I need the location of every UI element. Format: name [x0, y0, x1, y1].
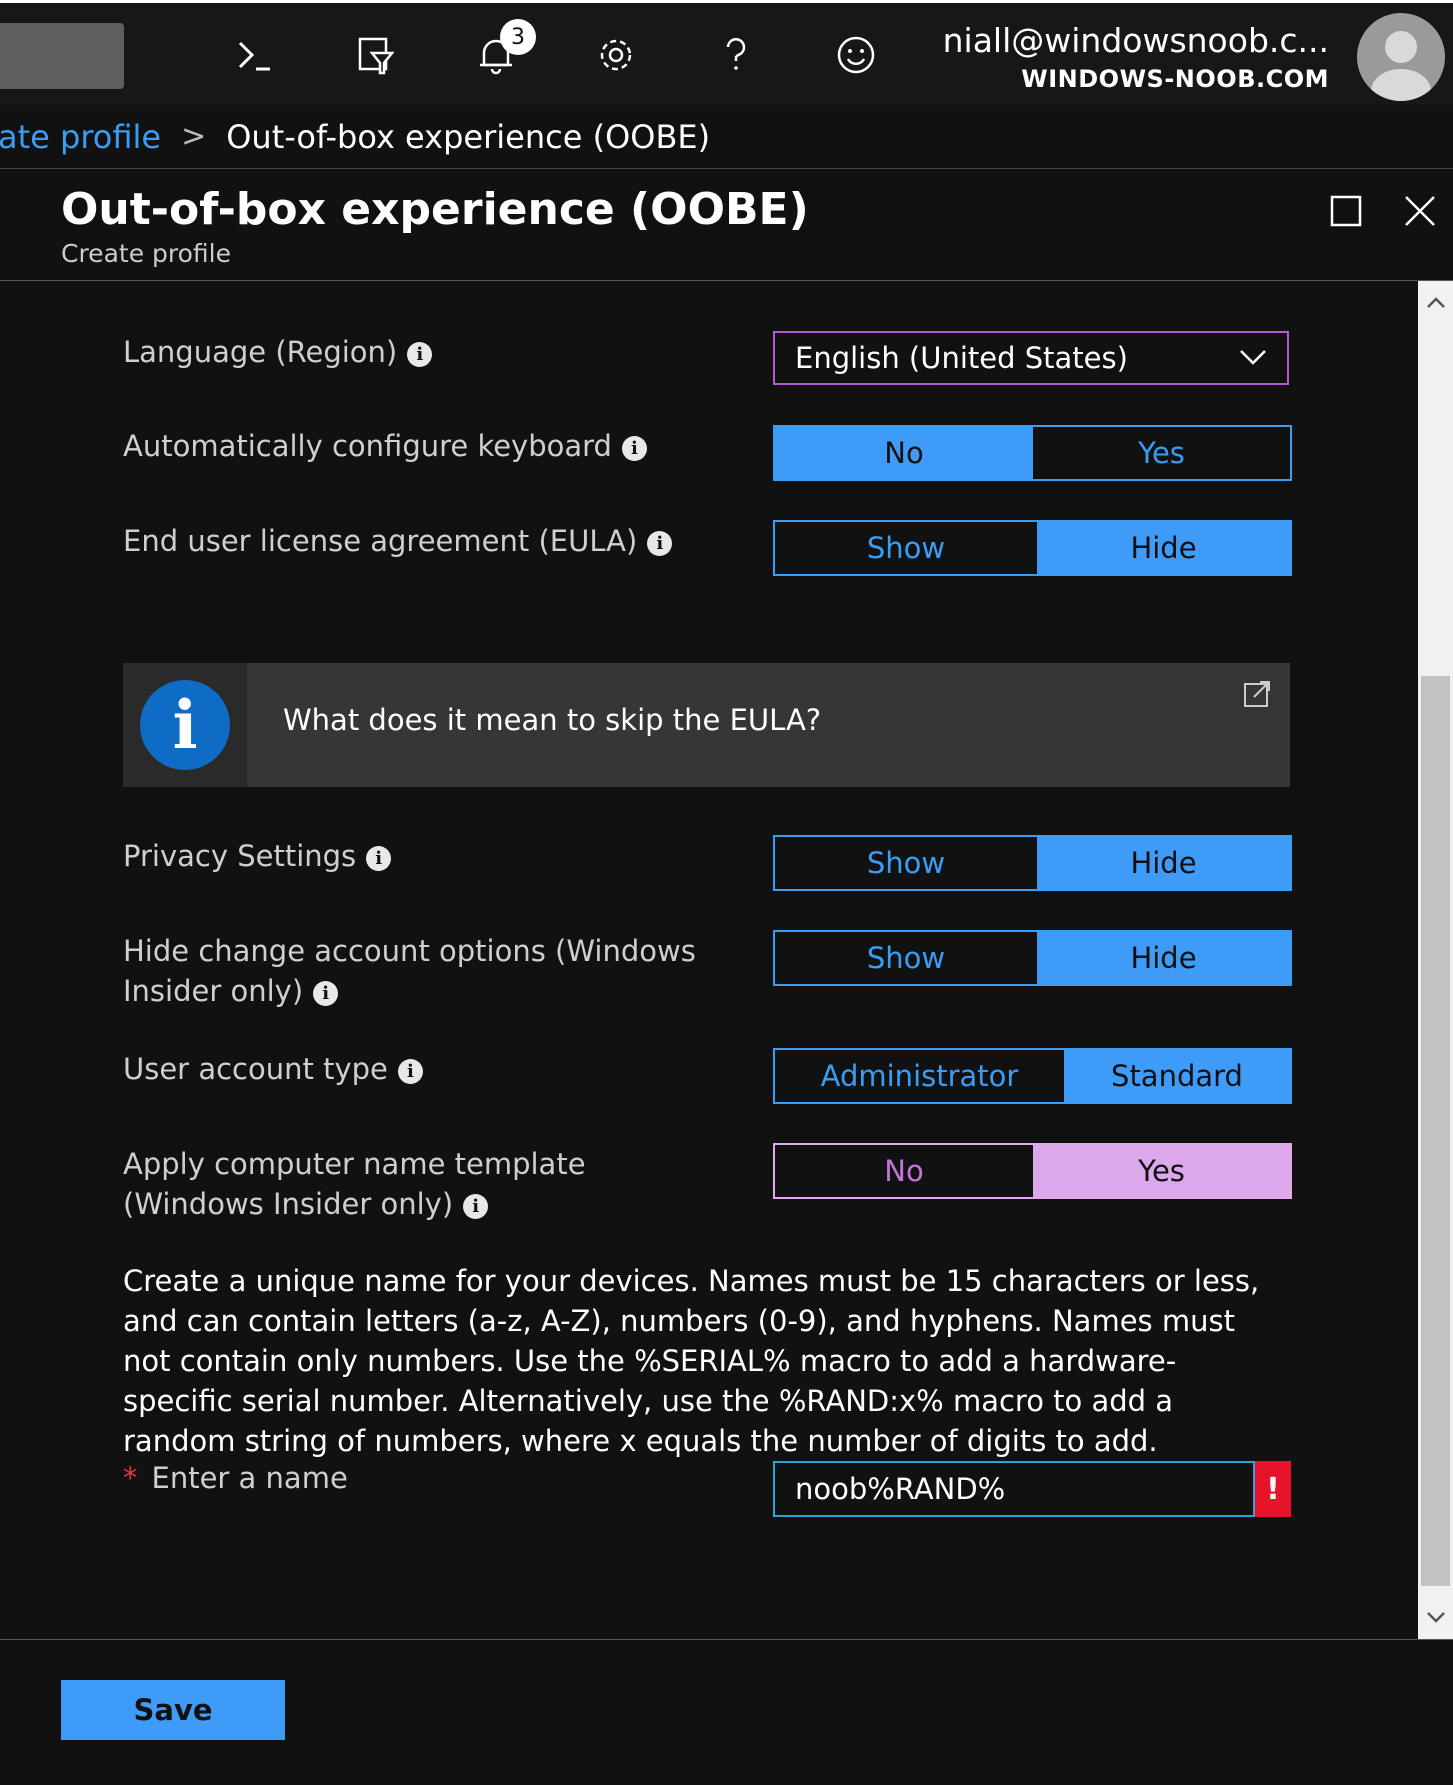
- close-icon: [1405, 196, 1435, 226]
- keyboard-toggle: No Yes: [773, 425, 1292, 481]
- top-bar: 3 niall@windowsnoob.c... WINDOWS-NOOB.CO…: [0, 0, 1453, 105]
- change-account-label: Hide change account options (Windows Ins…: [123, 934, 696, 1008]
- privacy-label: Privacy Settings i: [123, 836, 763, 876]
- eula-option-hide[interactable]: Hide: [1037, 522, 1290, 574]
- account-type-option-standard[interactable]: Standard: [1064, 1050, 1290, 1102]
- account-info[interactable]: niall@windowsnoob.c... WINDOWS-NOOB.COM: [943, 21, 1329, 97]
- maximize-icon: [1330, 195, 1362, 227]
- info-icon[interactable]: i: [366, 845, 392, 871]
- scrollbar[interactable]: [1418, 281, 1453, 1639]
- account-org: WINDOWS-NOOB.COM: [1021, 65, 1329, 93]
- name-template-description: Create a unique name for your devices. N…: [123, 1264, 1260, 1458]
- settings-icon[interactable]: [586, 25, 646, 85]
- name-template-label: Apply computer name template (Windows In…: [123, 1147, 586, 1221]
- eula-label: End user license agreement (EULA) i: [123, 521, 763, 561]
- privacy-option-show[interactable]: Show: [775, 837, 1037, 889]
- name-template-option-yes[interactable]: Yes: [1033, 1145, 1290, 1197]
- info-icon[interactable]: i: [407, 341, 433, 367]
- chevron-down-icon: [1240, 350, 1266, 365]
- notification-count-badge: 3: [500, 19, 536, 55]
- computer-name-input[interactable]: [773, 1461, 1255, 1517]
- change-account-toggle: Show Hide: [773, 930, 1292, 986]
- footer: Save: [0, 1639, 1453, 1785]
- language-selected-value: English (United States): [795, 341, 1128, 375]
- info-icon[interactable]: i: [463, 1193, 489, 1219]
- account-type-toggle: Administrator Standard: [773, 1048, 1292, 1104]
- info-icon[interactable]: i: [621, 435, 647, 461]
- name-template-toggle: No Yes: [773, 1143, 1292, 1199]
- blade-header: Out-of-box experience (OOBE) Create prof…: [0, 169, 1453, 281]
- page-subtitle: Create profile: [61, 239, 231, 268]
- language-dropdown[interactable]: English (United States): [773, 331, 1289, 385]
- breadcrumb-current: Out-of-box experience (OOBE): [226, 117, 711, 156]
- info-icon[interactable]: i: [647, 530, 673, 556]
- eula-toggle: Show Hide: [773, 520, 1292, 576]
- search-box[interactable]: [0, 23, 124, 89]
- maximize-button[interactable]: [1326, 191, 1366, 231]
- scroll-up-icon: [1427, 297, 1445, 308]
- notifications-icon[interactable]: 3: [466, 19, 536, 85]
- directory-filter-icon[interactable]: [346, 25, 406, 85]
- account-email: niall@windowsnoob.c...: [942, 21, 1329, 60]
- oobe-settings-form: Language (Region) i English (United State…: [0, 281, 1418, 1639]
- breadcrumb: ate profile > Out-of-box experience (OOB…: [0, 105, 1453, 169]
- name-field-label: * Enter a name: [123, 1461, 348, 1495]
- keyboard-option-no[interactable]: No: [775, 427, 1033, 479]
- required-marker: *: [123, 1461, 138, 1495]
- breadcrumb-parent-link[interactable]: ate profile: [0, 118, 161, 156]
- account-type-label: User account type i: [123, 1049, 763, 1089]
- scroll-down-icon: [1427, 1612, 1445, 1623]
- change-account-option-show[interactable]: Show: [775, 932, 1037, 984]
- scroll-thumb[interactable]: [1421, 676, 1450, 1586]
- info-icon[interactable]: i: [397, 1058, 423, 1084]
- feedback-icon[interactable]: [826, 25, 886, 85]
- help-icon[interactable]: [706, 25, 766, 85]
- info-icon-cell: i: [123, 663, 247, 787]
- info-circle-icon: i: [140, 680, 230, 770]
- error-icon: !: [1255, 1461, 1291, 1517]
- page-title: Out-of-box experience (OOBE): [61, 184, 809, 235]
- change-account-option-hide[interactable]: Hide: [1037, 932, 1290, 984]
- cloud-shell-icon[interactable]: [224, 25, 284, 85]
- privacy-toggle: Show Hide: [773, 835, 1292, 891]
- close-button[interactable]: [1400, 191, 1440, 231]
- info-icon[interactable]: i: [313, 980, 339, 1006]
- save-button[interactable]: Save: [61, 1680, 285, 1740]
- eula-info-link[interactable]: i What does it mean to skip the EULA?: [123, 663, 1290, 787]
- keyboard-label: Automatically configure keyboard i: [123, 426, 763, 466]
- breadcrumb-separator: >: [181, 119, 207, 154]
- account-type-option-administrator[interactable]: Administrator: [775, 1050, 1064, 1102]
- eula-option-show[interactable]: Show: [775, 522, 1037, 574]
- language-label: Language (Region) i: [123, 332, 763, 372]
- eula-info-text: What does it mean to skip the EULA?: [283, 703, 822, 737]
- external-link-icon[interactable]: [1242, 679, 1272, 713]
- name-template-option-no[interactable]: No: [775, 1145, 1033, 1197]
- avatar[interactable]: [1357, 13, 1445, 101]
- privacy-option-hide[interactable]: Hide: [1037, 837, 1290, 889]
- keyboard-option-yes[interactable]: Yes: [1033, 427, 1290, 479]
